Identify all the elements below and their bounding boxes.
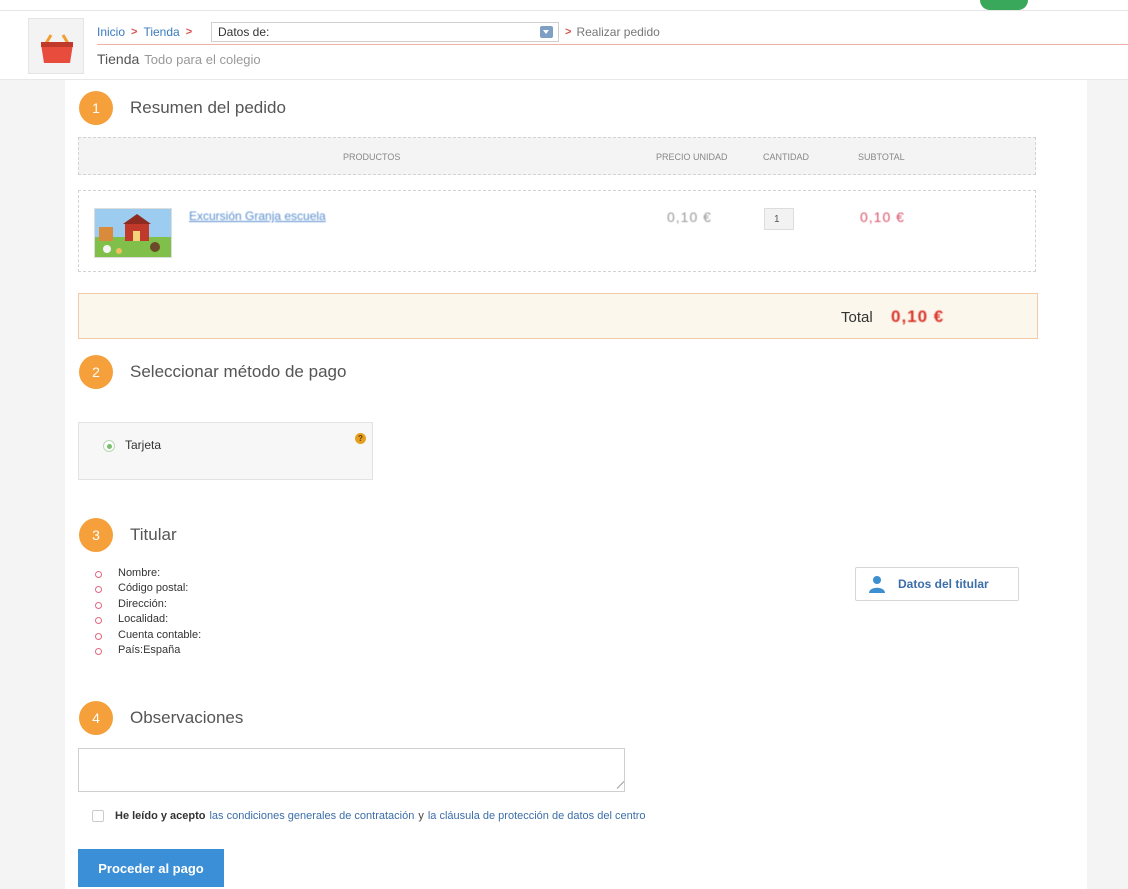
payment-method-label: Tarjeta [125, 438, 162, 452]
header-divider [97, 44, 1128, 45]
header-top-divider [0, 10, 1128, 11]
step-title: Titular [130, 525, 177, 544]
product-quantity-field[interactable]: 1 [764, 208, 794, 230]
terms-prefix: He leído y acepto [115, 810, 206, 822]
payment-option-card[interactable]: Tarjeta ? [78, 422, 373, 480]
step-payment-method: 2 Seleccionar método de pago [79, 355, 346, 389]
step-number-badge: 2 [79, 355, 113, 389]
table-row: Excursión Granja escuela 0,10 € 1 0,10 € [78, 190, 1036, 272]
user-icon [869, 576, 885, 593]
product-unit-price: 0,10 € [667, 209, 712, 225]
products-table-header: PRODUCTOS PRECIO UNIDAD CANTIDAD SUBTOTA… [78, 137, 1036, 175]
column-header-quantity: CANTIDAD [763, 152, 810, 162]
data-of-select-value: Datos de: [218, 25, 270, 39]
help-icon[interactable]: ? [355, 433, 366, 444]
list-item: Cuenta contable: [95, 629, 201, 644]
shop-basket-icon [28, 18, 84, 74]
observations-textarea[interactable] [78, 748, 625, 792]
column-header-unit-price: PRECIO UNIDAD [656, 152, 728, 162]
list-item: Código postal: [95, 582, 201, 597]
top-header: Inicio > Tienda > Datos de: > Realizar p… [0, 0, 1128, 80]
step-number-badge: 1 [79, 91, 113, 125]
holder-details-button[interactable]: Datos del titular [855, 567, 1019, 601]
step-title: Seleccionar método de pago [130, 362, 347, 381]
breadcrumb-separator-icon: > [185, 26, 193, 38]
step-order-summary: 1 Resumen del pedido [79, 91, 286, 125]
breadcrumb-separator-icon: > [131, 26, 138, 38]
holder-details-list: Nombre: Código postal: Dirección: Locali… [95, 567, 201, 659]
step-number-badge: 3 [79, 518, 113, 552]
step-observations: 4 Observaciones [79, 701, 243, 735]
data-protection-link[interactable]: la cláusula de protección de datos del c… [428, 810, 646, 822]
product-subtotal: 0,10 € [860, 209, 905, 225]
payment-card-radio[interactable] [103, 440, 115, 452]
product-name-link[interactable]: Excursión Granja escuela [189, 209, 326, 223]
product-thumbnail[interactable] [94, 208, 172, 258]
step-number-badge: 4 [79, 701, 113, 735]
total-label: Total [841, 309, 873, 326]
store-subtitle: Todo para el colegio [144, 52, 261, 67]
list-item: Localidad: [95, 613, 201, 628]
list-item: Nombre: [95, 567, 201, 582]
step-title: Resumen del pedido [130, 98, 286, 117]
data-of-select[interactable]: Datos de: [211, 22, 559, 42]
column-header-subtotal: SUBTOTAL [858, 152, 905, 162]
breadcrumb-home-link[interactable]: Inicio [97, 25, 125, 39]
breadcrumb-current: > Realizar pedido [565, 22, 660, 42]
breadcrumb-shop-link[interactable]: Tienda [143, 25, 179, 39]
terms-acceptance: He leído y acepto las condiciones genera… [92, 810, 650, 822]
resize-handle-icon[interactable] [614, 781, 622, 789]
total-value: 0,10 € [891, 307, 945, 326]
page-title: Tienda Todo para el colegio [97, 51, 261, 67]
user-status-indicator [980, 0, 1028, 10]
breadcrumb-current-label: Realizar pedido [576, 25, 660, 39]
terms-checkbox[interactable] [92, 810, 104, 822]
store-title: Tienda [97, 51, 140, 67]
column-header-products: PRODUCTOS [343, 152, 401, 162]
holder-details-button-label: Datos del titular [898, 577, 989, 591]
list-item: País:España [95, 644, 201, 659]
terms-connector: y [418, 810, 424, 822]
list-item: Dirección: [95, 598, 201, 613]
breadcrumb-separator-icon: > [565, 26, 572, 38]
order-total-box: Total 0,10 € [78, 293, 1038, 339]
general-conditions-link[interactable]: las condiciones generales de contratació… [209, 810, 414, 822]
step-holder: 3 Titular [79, 518, 177, 552]
step-title: Observaciones [130, 708, 244, 727]
dropdown-arrow-icon[interactable] [540, 26, 553, 38]
breadcrumb: Inicio > Tienda > [97, 22, 198, 42]
proceed-to-payment-button[interactable]: Proceder al pago [78, 849, 224, 887]
